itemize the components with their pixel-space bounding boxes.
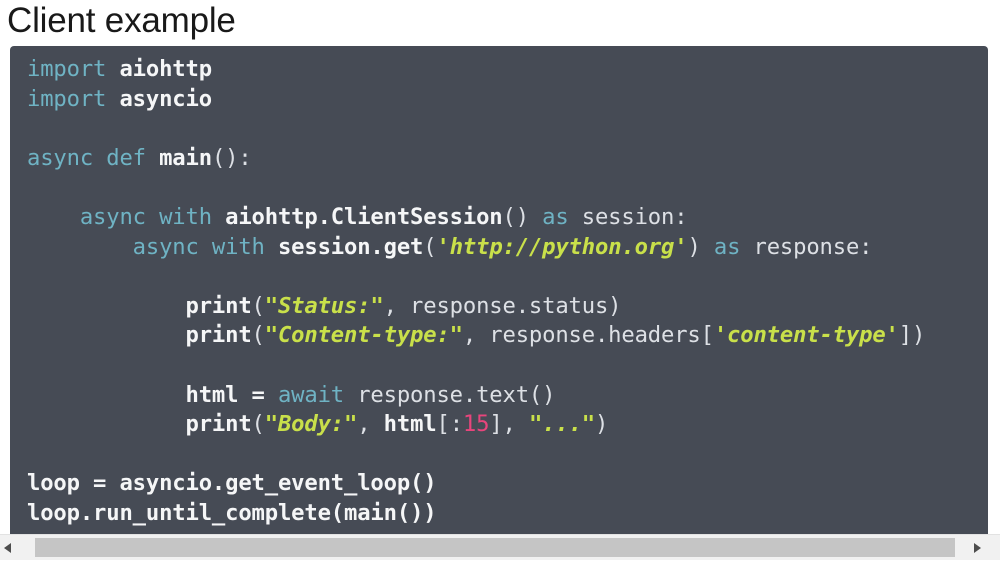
code-token: 'http://python.org' — [436, 233, 688, 260]
code-token: as — [713, 233, 754, 260]
code-line: print("Content-type:", response.headers[… — [10, 321, 988, 351]
code-token: ]) — [898, 322, 926, 349]
code-token: = — [93, 470, 120, 497]
code-token: async with — [132, 233, 278, 260]
code-token: () — [410, 470, 437, 497]
code-token: session: — [581, 203, 688, 230]
code-token: ) — [687, 233, 714, 260]
code-token: aiohttp — [119, 56, 212, 82]
code-token: 'content-type' — [713, 322, 899, 349]
code-content: import aiohttp import asyncio async def m… — [10, 55, 988, 529]
code-token: as — [542, 203, 582, 230]
code-line: html = await response.text() — [10, 381, 988, 411]
horizontal-scrollbar[interactable] — [0, 534, 1000, 560]
code-token: ( — [330, 499, 345, 526]
code-token: main — [159, 144, 212, 171]
code-token: response: — [753, 233, 873, 260]
code-token: "Status:" — [264, 292, 384, 319]
scroll-left-arrow-icon[interactable] — [0, 535, 17, 560]
code-token: html — [185, 381, 252, 408]
scrollbar-track[interactable] — [17, 535, 983, 560]
code-token: print — [185, 411, 252, 438]
code-line: print("Status:", response.status) — [10, 292, 988, 322]
code-token: (): — [211, 144, 252, 171]
page-title: Client example — [7, 1, 236, 40]
code-line: import asyncio — [10, 85, 988, 115]
code-token: import — [27, 85, 120, 112]
code-token: ( — [423, 233, 437, 260]
code-token: import — [27, 56, 120, 82]
code-line: async with session.get('http://python.or… — [10, 233, 988, 263]
scrollbar-thumb[interactable] — [35, 538, 955, 557]
code-token: ( — [251, 322, 265, 349]
code-token: aiohttp.ClientSession — [225, 203, 503, 230]
code-token: , — [357, 411, 384, 438]
code-token: [: — [436, 411, 464, 438]
code-token: loop — [27, 470, 94, 497]
code-line: async def main(): — [10, 144, 988, 174]
code-token: () — [502, 203, 543, 230]
code-token: , response.headers[ — [462, 322, 714, 349]
code-token: print — [185, 292, 252, 319]
code-token: main — [344, 499, 397, 526]
code-token: asyncio — [119, 85, 212, 112]
code-token: async — [27, 144, 107, 171]
code-line: loop = asyncio.get_event_loop() — [10, 469, 988, 499]
code-token: ()) — [396, 499, 437, 526]
code-token: ], — [489, 411, 529, 438]
code-token: session.get — [277, 233, 424, 260]
code-token: await — [277, 381, 358, 408]
code-token: 15 — [462, 411, 490, 438]
code-token: response.text() — [357, 381, 556, 408]
code-token: ( — [251, 411, 265, 438]
code-line: async with aiohttp.ClientSession() as se… — [10, 203, 988, 233]
code-token: html — [383, 411, 437, 438]
code-line: print("Body:", html[:15], "...") — [10, 410, 988, 440]
code-token: = — [251, 381, 278, 408]
code-block[interactable]: import aiohttp import asyncio async def m… — [10, 46, 988, 534]
code-line: loop.run_until_complete(main()) — [10, 499, 988, 529]
code-token: def — [106, 144, 160, 171]
scroll-right-arrow-icon[interactable] — [968, 535, 985, 560]
code-token: "..." — [528, 411, 596, 438]
code-token: ) — [595, 411, 609, 438]
code-token: asyncio.get_event_loop — [119, 470, 411, 497]
code-line: import aiohttp — [10, 55, 988, 85]
code-token: , response.status) — [383, 292, 622, 319]
code-token: "Body:" — [264, 411, 358, 438]
code-token: async with — [79, 203, 226, 230]
code-token: ( — [251, 292, 265, 319]
code-token: "Content-type:" — [264, 322, 463, 349]
code-token: loop.run_until_complete — [27, 499, 331, 526]
code-token: print — [185, 322, 252, 349]
